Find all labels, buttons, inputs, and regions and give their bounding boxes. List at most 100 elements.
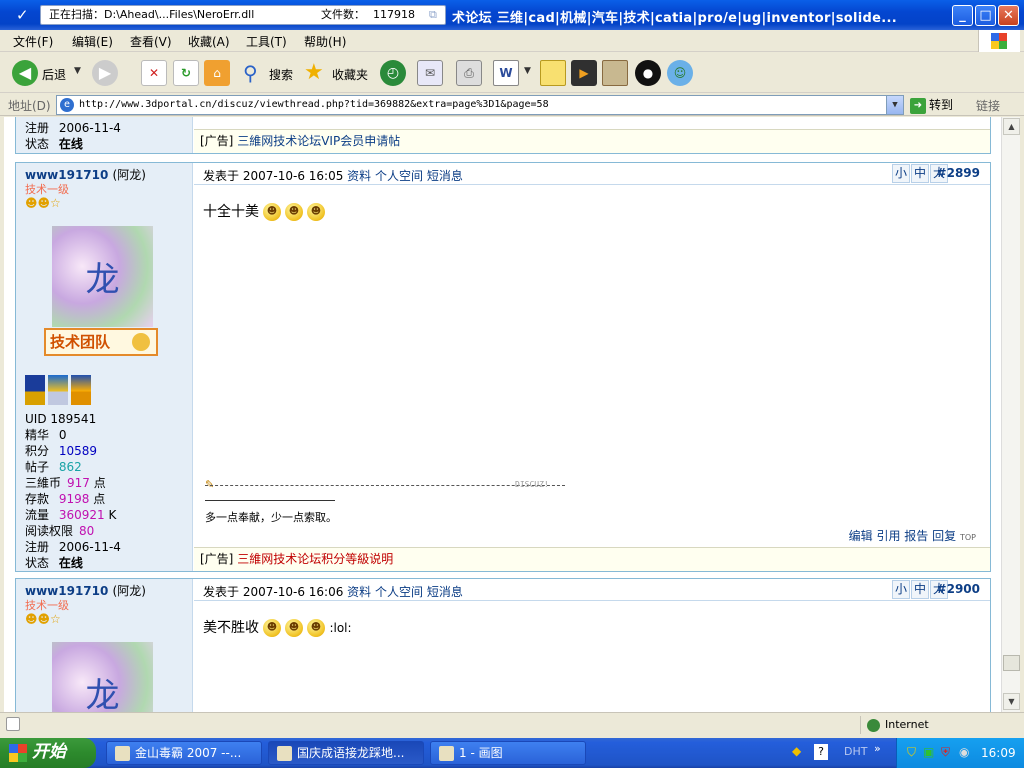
media-player-icon[interactable]: ▶ (571, 60, 597, 86)
volume-icon[interactable]: ◉ (959, 745, 969, 759)
back-button-label[interactable]: 后退 (42, 66, 66, 83)
stop-icon[interactable]: ✕ (141, 60, 167, 86)
history-icon[interactable]: ◴ (380, 60, 406, 86)
stat-label: 流量 (25, 508, 50, 522)
post-number[interactable]: #2900 (937, 582, 980, 596)
start-label: 开始 (32, 742, 66, 762)
space-link[interactable]: 个人空间 (375, 585, 423, 599)
close-button[interactable]: ✕ (998, 5, 1019, 26)
pm-link[interactable]: 短消息 (427, 169, 463, 183)
address-dropdown-icon[interactable]: ▼ (886, 96, 903, 114)
menu-favorites[interactable]: 收藏(A) (188, 33, 230, 50)
pm-link[interactable]: 短消息 (427, 585, 463, 599)
ad-prefix: [广告] (200, 134, 234, 148)
task-label: 金山毒霸 2007 --... (135, 746, 242, 760)
qq-penguin-icon[interactable]: ● (635, 60, 661, 86)
vertical-scrollbar[interactable]: ▲ ▼ (1001, 117, 1020, 712)
search-button-label[interactable]: 搜索 (269, 66, 293, 83)
font-medium-button[interactable]: 中 (911, 164, 929, 183)
network-icon[interactable]: ▣ (923, 745, 934, 759)
kingsoft-icon (115, 746, 130, 761)
menu-view[interactable]: 查看(V) (130, 33, 172, 50)
start-button[interactable]: 开始 (0, 738, 96, 768)
favorites-star-icon[interactable]: ★ (304, 60, 330, 86)
back-dropdown-icon[interactable]: ▼ (74, 66, 81, 76)
medal-icon (25, 375, 45, 405)
ad-link[interactable]: 三維网技术论坛VIP会员申请帖 (237, 134, 400, 148)
font-small-button[interactable]: 小 (892, 580, 910, 599)
menu-file[interactable]: 文件(F) (13, 33, 53, 50)
minimize-button[interactable]: _ (952, 5, 973, 26)
shield-icon[interactable]: ⛉ (907, 745, 916, 760)
research-icon[interactable] (602, 60, 628, 86)
home-icon[interactable]: ⌂ (204, 60, 230, 86)
font-medium-button[interactable]: 中 (911, 580, 929, 599)
post-number[interactable]: #2899 (937, 166, 980, 180)
messenger-icon[interactable]: ☺ (667, 60, 693, 86)
stat-label: 精华 (25, 428, 50, 442)
maximize-button[interactable]: □ (975, 5, 996, 26)
scan-file-label: 正在扫描：D:\Ahead\...Files\NeroErr.dll (49, 8, 255, 21)
edit-link[interactable]: 编辑 (849, 529, 873, 543)
author-stats: 注册 2006-11-4 状态 在线 (25, 120, 121, 152)
address-input[interactable]: e http://www.3dportal.cn/discuz/viewthre… (56, 95, 904, 115)
menu-tools[interactable]: 工具(T) (246, 33, 287, 50)
author-sidebar: www191710 (阿龙) 技术一级 ☻☻☆ 龙 (16, 579, 193, 712)
discuss-icon[interactable] (540, 60, 566, 86)
page-status-icon (6, 717, 20, 731)
antivirus-icon[interactable]: ⛨ (941, 745, 950, 760)
forward-arrow-icon[interactable]: ▶ (92, 60, 118, 86)
stat-unit: 点 (93, 476, 106, 490)
username[interactable]: www191710 (25, 584, 108, 598)
report-link[interactable]: 报告 (904, 529, 928, 543)
tray-extra: ◆ ? DHT » (792, 742, 892, 764)
posted-prefix: 发表于 (203, 169, 240, 183)
favorites-button-label[interactable]: 收藏夹 (332, 66, 368, 83)
ad-link[interactable]: 三維网技术论坛积分等級说明 (237, 552, 393, 566)
font-small-button[interactable]: 小 (892, 164, 910, 183)
help-icon[interactable]: ? (814, 744, 828, 760)
menu-bar: 文件(F) 编辑(E) 查看(V) 收藏(A) 工具(T) 帮助(H) (0, 30, 1024, 52)
links-button[interactable]: 链接 (976, 97, 1000, 114)
word-edit-icon[interactable]: W (493, 60, 519, 86)
edit-dropdown-icon[interactable]: ▼ (524, 66, 531, 76)
post-time: 发表于 2007-10-6 16:05 资料 个人空间 短消息 (203, 167, 463, 184)
rank-stars-icon: ☻☻☆ (25, 612, 61, 626)
task-kingsoft[interactable]: 金山毒霸 2007 --... (106, 741, 262, 765)
task-paint[interactable]: 1 - 画图 (430, 741, 586, 765)
search-icon[interactable]: ⚲ (243, 60, 269, 86)
quote-link[interactable]: 引用 (876, 529, 900, 543)
scroll-thumb[interactable] (1003, 655, 1020, 671)
profile-link[interactable]: 资料 (347, 169, 371, 183)
profile-link[interactable]: 资料 (347, 585, 371, 599)
scroll-down-icon[interactable]: ▼ (1003, 693, 1020, 710)
avatar[interactable]: 龙 (52, 226, 153, 327)
menu-help[interactable]: 帮助(H) (304, 33, 346, 50)
avatar[interactable]: 龙 (52, 642, 153, 712)
go-button[interactable]: ➜ 转到 (910, 95, 966, 115)
scroll-up-icon[interactable]: ▲ (1003, 118, 1020, 135)
mail-icon[interactable]: ✉ (417, 60, 443, 86)
print-icon[interactable]: ⎙ (456, 60, 482, 86)
post-actions: 编辑 引用 报告 回复 TOP (849, 527, 976, 544)
refresh-icon[interactable]: ↻ (173, 60, 199, 86)
post-main: 编辑 引用 报告 回复 TOP [广告] 三維网技术论坛VIP会员申请帖 (194, 117, 990, 153)
task-browser[interactable]: 国庆成语接龙踩地... (268, 741, 424, 765)
discuz-tag: DISCUZ! (515, 480, 549, 489)
post-text: 美不胜收 (203, 620, 259, 636)
post-partial: 注册 2006-11-4 状态 在线 编辑 引用 报告 回复 TOP [广告] … (15, 117, 991, 154)
posted-time: 2007-10-6 16:06 (242, 585, 344, 599)
stat-value: 9198 (58, 492, 90, 506)
grin-icon: ☻ (307, 203, 325, 221)
username[interactable]: www191710 (25, 168, 108, 182)
top-icon[interactable]: TOP (960, 533, 976, 542)
ime-icon[interactable]: ◆ (792, 744, 801, 758)
page-content: 注册 2006-11-4 状态 在线 编辑 引用 报告 回复 TOP [广告] … (4, 117, 1001, 712)
back-arrow-icon[interactable]: ◀ (12, 60, 38, 86)
stat-label: 状态 (25, 556, 50, 570)
menu-edit[interactable]: 编辑(E) (72, 33, 113, 50)
restore-small-icon[interactable]: ⧉ (429, 6, 437, 24)
reply-link[interactable]: 回复 (932, 529, 956, 543)
tray-expand-icon[interactable]: » (874, 742, 881, 755)
space-link[interactable]: 个人空间 (375, 169, 423, 183)
